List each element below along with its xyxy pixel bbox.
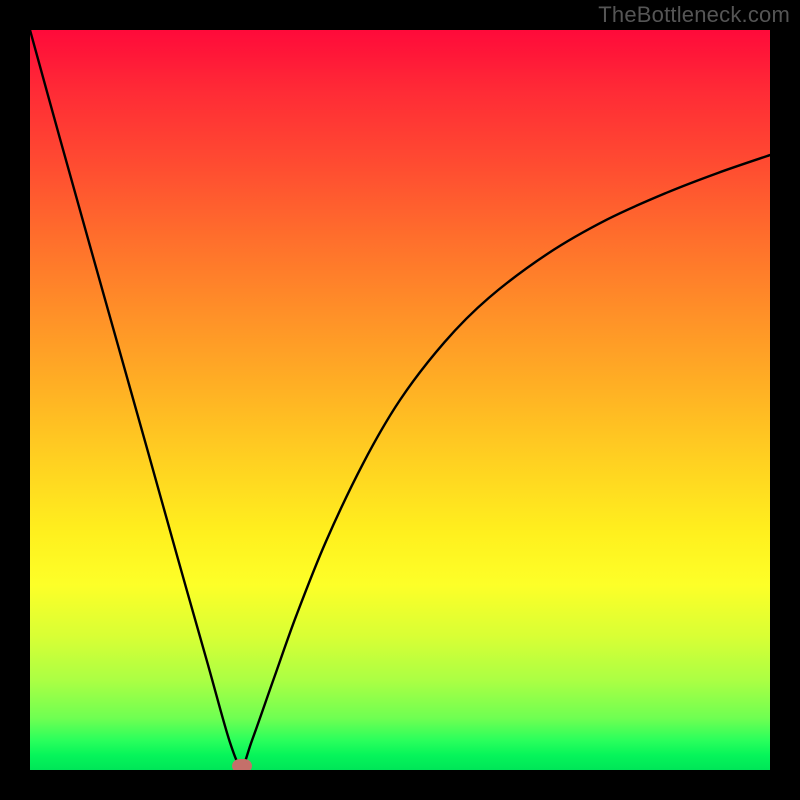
minimum-marker: [232, 759, 252, 770]
watermark-label: TheBottleneck.com: [598, 2, 790, 28]
curve-layer: [30, 30, 770, 770]
plot-area: [30, 30, 770, 770]
bottleneck-curve: [30, 30, 770, 766]
chart-frame: TheBottleneck.com: [0, 0, 800, 800]
